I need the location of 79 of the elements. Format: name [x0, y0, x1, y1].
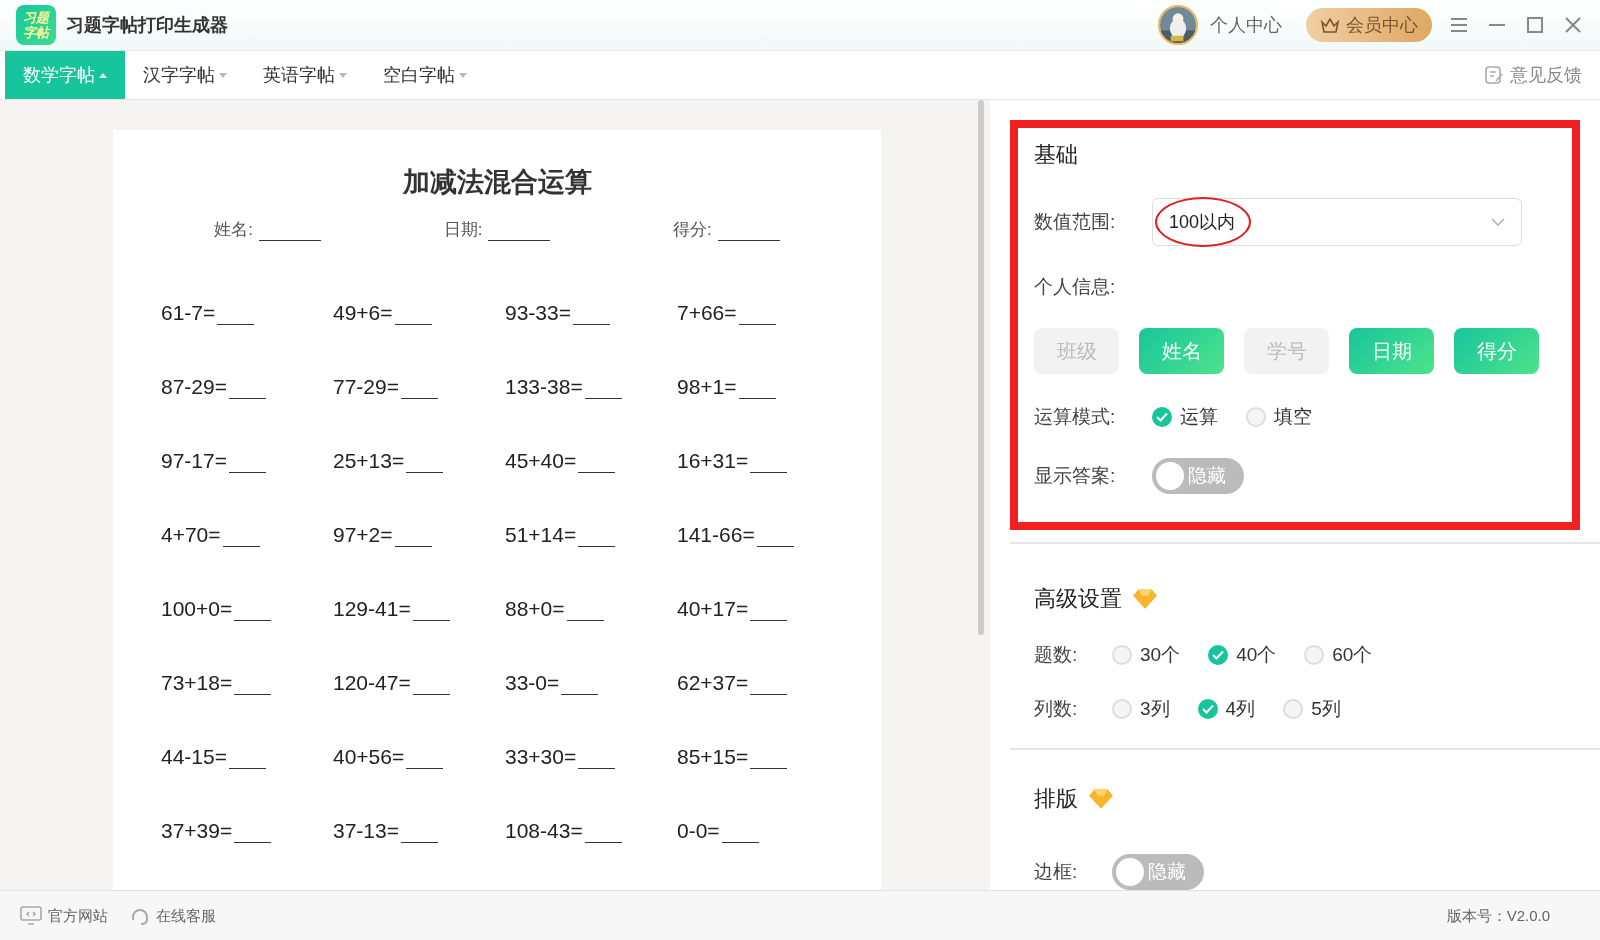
section-title: 高级设置: [1034, 585, 1122, 613]
field-label: 列数:: [1034, 697, 1079, 721]
math-problem: 7+66=: [677, 299, 849, 325]
app-logo: 习题字帖: [16, 5, 56, 45]
math-problem: 40+56=: [333, 743, 505, 769]
maximize-icon[interactable]: [1524, 14, 1546, 36]
math-problem: 133-38=: [505, 373, 677, 399]
field-label: 显示答案:: [1034, 464, 1117, 488]
math-problem: 33+30=: [505, 743, 677, 769]
field-label: 数值范围:: [1034, 210, 1117, 234]
edit-note-icon: [1484, 65, 1504, 85]
math-problem: 100+0=: [161, 595, 333, 621]
worksheet-field: 得分:: [672, 218, 780, 241]
chevron-down-icon: [1491, 218, 1505, 226]
radio-option[interactable]: 运算: [1152, 404, 1218, 430]
website-link[interactable]: 官方网站: [20, 906, 108, 926]
feedback-link[interactable]: 意见反馈: [1478, 51, 1600, 99]
check-icon: [1201, 704, 1214, 714]
math-problem: 129-41=: [333, 595, 505, 621]
field-label: 题数:: [1034, 643, 1079, 667]
math-problem: 85+15=: [677, 743, 849, 769]
math-problem: 120-47=: [333, 669, 505, 695]
math-problem: 45+40=: [505, 447, 677, 473]
math-problem: 73+18=: [161, 669, 333, 695]
field-label: 边框:: [1034, 860, 1079, 884]
scrollbar[interactable]: [978, 100, 984, 635]
caret-icon: [99, 72, 107, 78]
math-problem: 93-33=: [505, 299, 677, 325]
radio-option[interactable]: 40个: [1208, 642, 1277, 668]
support-link[interactable]: 在线客服: [130, 906, 216, 926]
math-problem: 44-15=: [161, 743, 333, 769]
math-problem: 49+6=: [333, 299, 505, 325]
math-problem: 97-17=: [161, 447, 333, 473]
headset-icon: [130, 906, 150, 926]
worksheet-title: 加减法混合运算: [401, 166, 593, 199]
radio-option[interactable]: 60个: [1304, 642, 1373, 668]
caret-icon: [339, 72, 347, 78]
math-problem: 33-0=: [505, 669, 677, 695]
math-problem: 25+13=: [333, 447, 505, 473]
math-problem: 16+31=: [677, 447, 849, 473]
math-problem: 97+2=: [333, 521, 505, 547]
section-title: 基础: [1034, 141, 1078, 169]
monitor-icon: [20, 906, 42, 926]
math-problem: 61-7=: [161, 299, 333, 325]
math-problem: 98+1=: [677, 373, 849, 399]
radio-option[interactable]: 5列: [1283, 696, 1341, 722]
worksheet-field: 日期:: [443, 218, 551, 241]
math-problem: 51+14=: [505, 521, 677, 547]
worksheet-field: 姓名:: [214, 218, 322, 241]
caret-icon: [219, 72, 227, 78]
math-problem: 4+70=: [161, 521, 333, 547]
check-icon: [1156, 412, 1168, 422]
radio-option[interactable]: 3列: [1112, 696, 1170, 722]
crown-icon: [1320, 16, 1340, 34]
range-dropdown[interactable]: 100以内: [1152, 198, 1522, 246]
diamond-icon: [1088, 788, 1114, 810]
radio-option[interactable]: 4列: [1197, 696, 1256, 722]
caret-icon: [459, 72, 467, 78]
math-problem: 77-29=: [333, 373, 505, 399]
user-center-link[interactable]: 个人中心: [1210, 13, 1282, 37]
math-problem: 87-29=: [161, 373, 333, 399]
check-icon: [1212, 650, 1225, 660]
field-label: 个人信息:: [1034, 275, 1117, 299]
version-label: 版本号：V2.0.0: [1446, 906, 1551, 926]
math-problem: 141-66=: [677, 521, 849, 547]
math-problem: 37-13=: [333, 817, 505, 843]
math-problem: 108-43=: [505, 817, 677, 843]
radio-option[interactable]: 填空: [1246, 404, 1312, 430]
radio-option[interactable]: 30个: [1112, 642, 1181, 668]
field-label: 运算模式:: [1034, 405, 1117, 429]
diamond-icon: [1132, 588, 1158, 610]
section-title: 排版: [1034, 785, 1078, 813]
app-title: 习题字帖打印生成器: [66, 14, 228, 37]
vip-button[interactable]: 会员中心: [1306, 8, 1432, 42]
math-problem: 0-0=: [677, 817, 849, 843]
math-problem: 62+37=: [677, 669, 849, 695]
math-problem: 40+17=: [677, 595, 849, 621]
math-problem: 88+0=: [505, 595, 677, 621]
math-problem: 37+39=: [161, 817, 333, 843]
